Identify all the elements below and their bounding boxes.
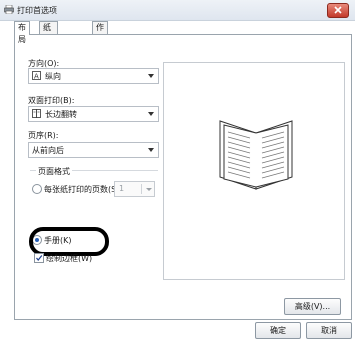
tab-paper-quality[interactable]: 纸张/质量	[39, 21, 58, 68]
tab-job-options[interactable]: 作业选项	[92, 21, 108, 68]
pages-per-sheet-value: 1	[119, 184, 125, 193]
checkmark-icon	[36, 255, 43, 261]
chevron-down-icon	[148, 74, 154, 78]
duplex-label: 双面打印(B):	[28, 96, 75, 105]
printer-icon	[4, 5, 14, 14]
cancel-button[interactable]: 取消	[306, 322, 352, 339]
duplex-select[interactable]: 长边翻转	[28, 106, 159, 122]
page-order-label: 页序(R):	[28, 131, 59, 140]
pages-per-sheet-select[interactable]: 1	[114, 181, 155, 197]
close-button[interactable]	[327, 3, 349, 18]
svg-text:A: A	[34, 73, 39, 81]
portrait-page-icon: A	[32, 71, 41, 80]
chevron-down-icon	[148, 148, 154, 152]
orientation-select[interactable]: A 纵向	[28, 68, 159, 84]
chevron-down-icon	[146, 188, 152, 191]
print-preferences-dialog: 打印首选项 布局 纸张/质量 作业选项 方向(O): A 纵向 双面打印(B):…	[0, 0, 355, 344]
pages-per-sheet-label: 每张纸打印的页数(S	[44, 185, 117, 194]
duplex-long-edge-icon	[32, 109, 41, 118]
window-title: 打印首选项	[17, 6, 57, 15]
ok-button[interactable]: 确定	[255, 322, 301, 339]
draw-borders-checkbox[interactable]	[34, 253, 44, 263]
draw-borders-label: 绘制边框(W)	[46, 254, 93, 263]
close-icon	[334, 6, 342, 14]
title-bar: 打印首选项	[0, 0, 355, 21]
page-format-title: 页面格式	[36, 166, 72, 177]
open-booklet-icon	[219, 120, 293, 190]
tab-layout[interactable]: 布局	[14, 21, 30, 44]
highlight-circle	[29, 227, 109, 256]
preview-pane	[163, 62, 345, 280]
page-order-select[interactable]: 从前向后	[28, 142, 159, 158]
chevron-down-icon	[148, 112, 154, 116]
page-order-value: 从前向后	[32, 146, 64, 155]
orientation-value: 纵向	[45, 72, 61, 81]
select-divider	[141, 184, 142, 194]
pages-per-sheet-radio[interactable]	[32, 184, 42, 194]
duplex-value: 长边翻转	[45, 110, 77, 119]
advanced-button[interactable]: 高级(V)...	[284, 298, 341, 315]
